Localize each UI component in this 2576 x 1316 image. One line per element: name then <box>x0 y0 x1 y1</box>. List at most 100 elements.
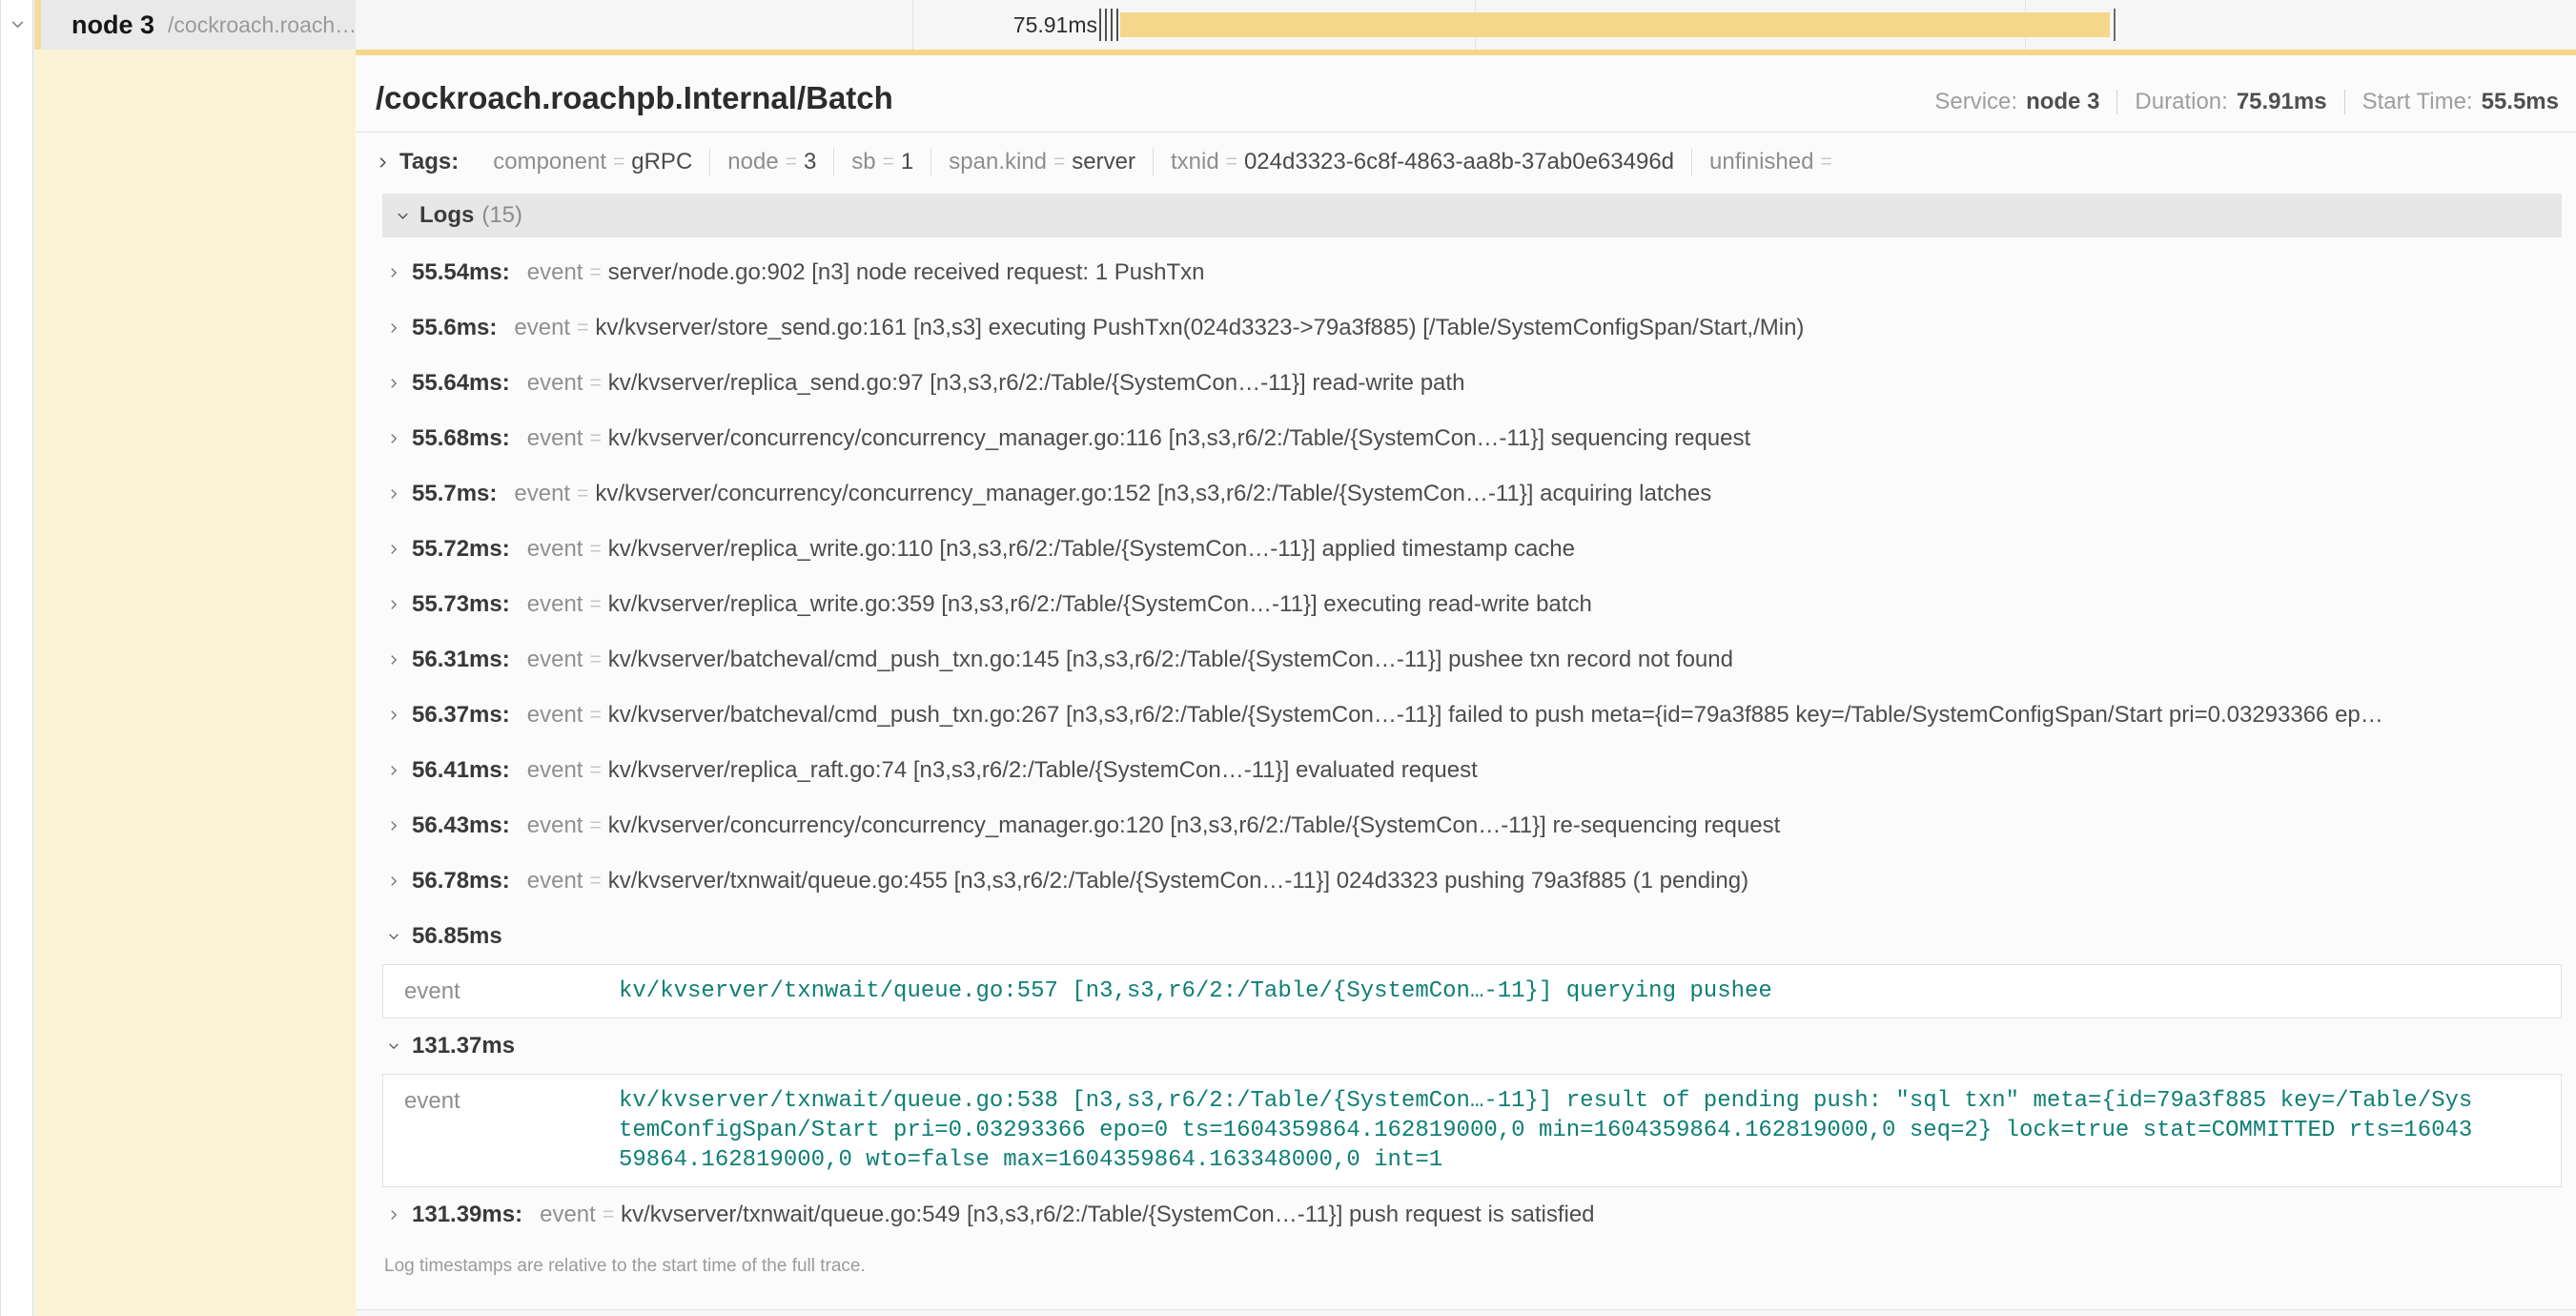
tag-key: node <box>727 148 778 176</box>
span-name-column-spacer <box>356 0 913 50</box>
equals-sign: = <box>589 704 601 727</box>
log-detail-row: event kv/kvserver/txnwait/queue.go:557 [… <box>383 977 2561 1006</box>
chevron-right-icon <box>387 764 400 777</box>
log-row[interactable]: 56.41ms: event = kv/kvserver/replica_raf… <box>356 743 2576 798</box>
chevron-down-icon[interactable] <box>10 16 26 32</box>
equals-sign: = <box>589 814 601 837</box>
log-field-key: event <box>527 591 583 618</box>
tag-key: unfinished <box>1709 148 1813 176</box>
log-field-key: event <box>527 812 583 839</box>
chevron-down-icon <box>387 930 400 943</box>
equals-sign: = <box>589 759 601 782</box>
log-entry-expanded: 131.37ms event kv/kvserver/txnwait/queue… <box>356 1018 2576 1187</box>
equals-sign: = <box>589 261 601 284</box>
equals-sign: = <box>1053 148 1065 176</box>
log-row[interactable]: 55.6ms: event = kv/kvserver/store_send.g… <box>356 300 2576 356</box>
log-row[interactable]: 55.7ms: event = kv/kvserver/concurrency/… <box>356 466 2576 522</box>
log-row[interactable]: 56.31ms: event = kv/kvserver/batcheval/c… <box>356 632 2576 688</box>
logs-footer-note: Log timestamps are relative to the start… <box>356 1256 2576 1277</box>
log-row[interactable]: 55.54ms: event = server/node.go:902 [n3]… <box>356 245 2576 300</box>
chevron-right-icon <box>387 709 400 722</box>
span-duration-bar[interactable] <box>1120 12 2110 37</box>
equals-sign: = <box>786 148 797 176</box>
log-field-value: kv/kvserver/concurrency/concurrency_mana… <box>608 812 1781 839</box>
log-timestamp: 56.78ms: <box>412 868 510 894</box>
meta-separator <box>2344 90 2345 114</box>
log-row[interactable]: 56.78ms: event = kv/kvserver/txnwait/que… <box>356 853 2576 909</box>
log-timestamp: 55.54ms: <box>412 259 510 286</box>
span-name-bar[interactable]: node 3 /cockroach.roach… <box>34 0 356 50</box>
log-field-key: event <box>540 1202 596 1228</box>
start-time-label: Start Time: <box>2362 89 2473 115</box>
log-timestamp: 55.7ms: <box>412 481 497 507</box>
log-timestamp: 55.73ms: <box>412 591 510 618</box>
log-row[interactable]: 55.73ms: event = kv/kvserver/replica_wri… <box>356 577 2576 632</box>
equals-sign: = <box>613 148 624 176</box>
tag-chip: node = 3 <box>709 148 833 176</box>
span-detail-header: /cockroach.roachpb.Internal/Batch Servic… <box>356 55 2576 116</box>
log-field-key: event <box>527 370 583 397</box>
log-field-value: server/node.go:902 [n3] node received re… <box>608 259 1205 286</box>
chevron-right-icon <box>387 543 400 556</box>
service-label: Service: <box>1934 89 2017 115</box>
tag-chip: sb = 1 <box>833 148 930 176</box>
log-list: 55.54ms: event = server/node.go:902 [n3]… <box>356 237 2576 1243</box>
chevron-right-icon <box>387 819 400 833</box>
duration-value: 75.91ms <box>2237 89 2327 115</box>
log-field-value: kv/kvserver/batcheval/cmd_push_txn.go:14… <box>608 647 1733 673</box>
chevron-right-icon <box>387 432 400 445</box>
log-entry-expanded: 56.85ms event kv/kvserver/txnwait/queue.… <box>356 909 2576 1018</box>
log-timestamp: 131.37ms <box>412 1033 515 1059</box>
log-row[interactable]: 56.43ms: event = kv/kvserver/concurrency… <box>356 798 2576 853</box>
logs-section-header[interactable]: Logs (15) <box>382 194 2562 237</box>
log-timestamp: 56.43ms: <box>412 812 510 839</box>
equals-sign: = <box>577 317 588 339</box>
log-detail-row: event kv/kvserver/txnwait/queue.go:538 [… <box>383 1086 2561 1175</box>
log-row[interactable]: 56.37ms: event = kv/kvserver/batcheval/c… <box>356 688 2576 743</box>
log-field-value: kv/kvserver/txnwait/queue.go:538 [n3,s3,… <box>619 1086 2561 1175</box>
log-field-key: event <box>527 259 583 286</box>
span-meta: Service: node 3 Duration: 75.91ms Start … <box>1934 89 2559 115</box>
log-row[interactable]: 131.39ms: event = kv/kvserver/txnwait/qu… <box>356 1187 2576 1243</box>
span-row: 75.91ms node 3 /cockroach.roach… <box>1 0 2576 50</box>
span-operation-name: /cockroach.roach… <box>168 12 357 38</box>
chevron-right-icon <box>387 874 400 888</box>
log-row[interactable]: 55.64ms: event = kv/kvserver/replica_sen… <box>356 356 2576 411</box>
chevron-down-icon <box>387 1039 400 1053</box>
log-field-value: kv/kvserver/store_send.go:161 [n3,s3] ex… <box>595 315 1804 341</box>
equals-sign: = <box>603 1203 614 1226</box>
chevron-right-icon <box>387 598 400 611</box>
log-field-value: kv/kvserver/replica_send.go:97 [n3,s3,r6… <box>608 370 1465 397</box>
divider <box>356 132 2576 133</box>
log-row[interactable]: 55.72ms: event = kv/kvserver/replica_wri… <box>356 522 2576 577</box>
equals-sign: = <box>577 483 588 505</box>
tag-chip: txnid = 024d3323-6c8f-4863-aa8b-37ab0e63… <box>1153 148 1691 176</box>
log-timestamp: 56.85ms <box>412 923 502 950</box>
log-expanded-header[interactable]: 131.37ms <box>356 1018 2576 1074</box>
log-field-value: kv/kvserver/txnwait/queue.go:455 [n3,s3,… <box>608 868 1748 894</box>
tag-key: sb <box>851 148 875 176</box>
tag-key: component <box>493 148 606 176</box>
log-field-key: event <box>383 1086 619 1175</box>
span-bar-end-tick <box>2114 9 2116 41</box>
log-field-key: event <box>527 757 583 784</box>
equals-sign: = <box>589 870 601 893</box>
equals-sign: = <box>589 648 601 671</box>
chevron-right-icon <box>387 377 400 390</box>
log-field-key: event <box>514 481 570 507</box>
log-detail-card: event kv/kvserver/txnwait/queue.go:538 [… <box>382 1074 2562 1187</box>
tag-value: 3 <box>804 148 816 176</box>
log-expanded-header[interactable]: 56.85ms <box>356 909 2576 964</box>
duration-label: Duration: <box>2135 89 2227 115</box>
tag-value: 024d3323-6c8f-4863-aa8b-37ab0e63496d <box>1244 148 1674 176</box>
tags-section-header[interactable]: Tags: component = gRPC node = 3 sb = 1 <box>356 140 2576 184</box>
span-service-name: node 3 <box>72 10 154 40</box>
log-field-value: kv/kvserver/concurrency/concurrency_mana… <box>595 481 1711 507</box>
start-time-value: 55.5ms <box>2482 89 2559 115</box>
tag-chip: span.kind = server <box>930 148 1153 176</box>
span-bar-hatch-marks <box>1099 9 1122 41</box>
log-timestamp: 55.72ms: <box>412 536 510 563</box>
logs-title: Logs <box>419 202 474 229</box>
tag-value: 1 <box>901 148 913 176</box>
log-row[interactable]: 55.68ms: event = kv/kvserver/concurrency… <box>356 411 2576 466</box>
